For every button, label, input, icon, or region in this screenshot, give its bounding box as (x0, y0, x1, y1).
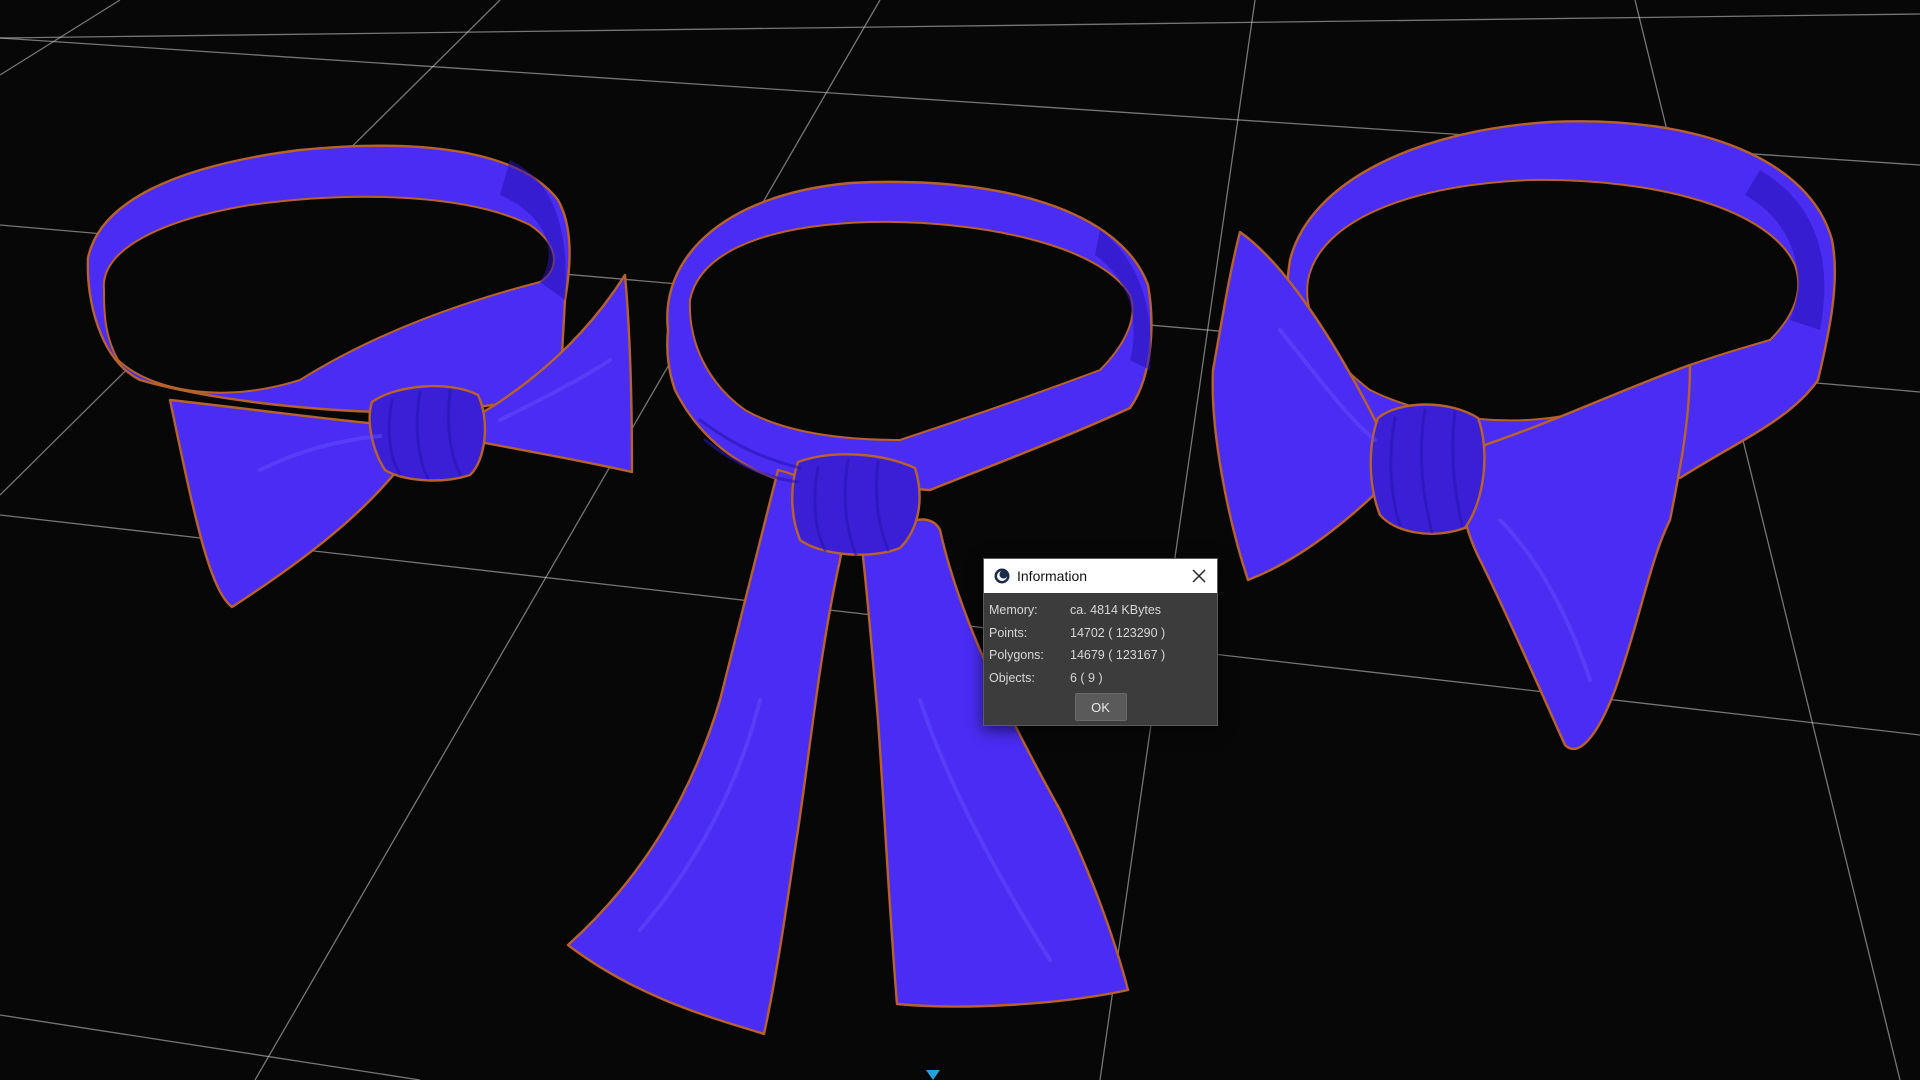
info-row-points: Points: 14702 ( 123290 ) (989, 622, 1217, 645)
info-row-memory: Memory: ca. 4814 KBytes (989, 599, 1217, 622)
info-value: ca. 4814 KBytes (1070, 603, 1162, 618)
ok-button[interactable]: OK (1074, 693, 1127, 721)
info-rows: Memory: ca. 4814 KBytes Points: 14702 ( … (984, 593, 1217, 689)
3d-viewport[interactable] (0, 0, 1920, 1080)
info-label: Memory: (989, 603, 1038, 618)
close-button[interactable] (1189, 566, 1209, 586)
info-value: 6 ( 9 ) (1070, 670, 1103, 685)
cinema4d-icon (994, 568, 1010, 584)
bow-tie-left[interactable] (86, 144, 634, 609)
dialog-titlebar[interactable]: Information (984, 559, 1217, 593)
axis-marker-icon (926, 1070, 940, 1080)
bow-tie-right[interactable] (1211, 120, 1837, 751)
info-row-objects: Objects: 6 ( 9 ) (989, 667, 1217, 690)
info-value: 14702 ( 123290 ) (1070, 625, 1166, 640)
info-value: 14679 ( 123167 ) (1070, 648, 1166, 663)
info-label: Points: (989, 625, 1028, 640)
dialog-title: Information (1017, 568, 1088, 584)
viewport-canvas[interactable] (0, 0, 1920, 1080)
info-row-polygons: Polygons: 14679 ( 123167 ) (989, 644, 1217, 667)
close-icon (1192, 569, 1206, 583)
info-label: Polygons: (989, 648, 1044, 663)
info-label: Objects: (989, 670, 1035, 685)
dialog-footer: OK (984, 693, 1217, 721)
information-dialog: Information Memory: ca. 4814 KBytes Poin… (983, 558, 1218, 726)
